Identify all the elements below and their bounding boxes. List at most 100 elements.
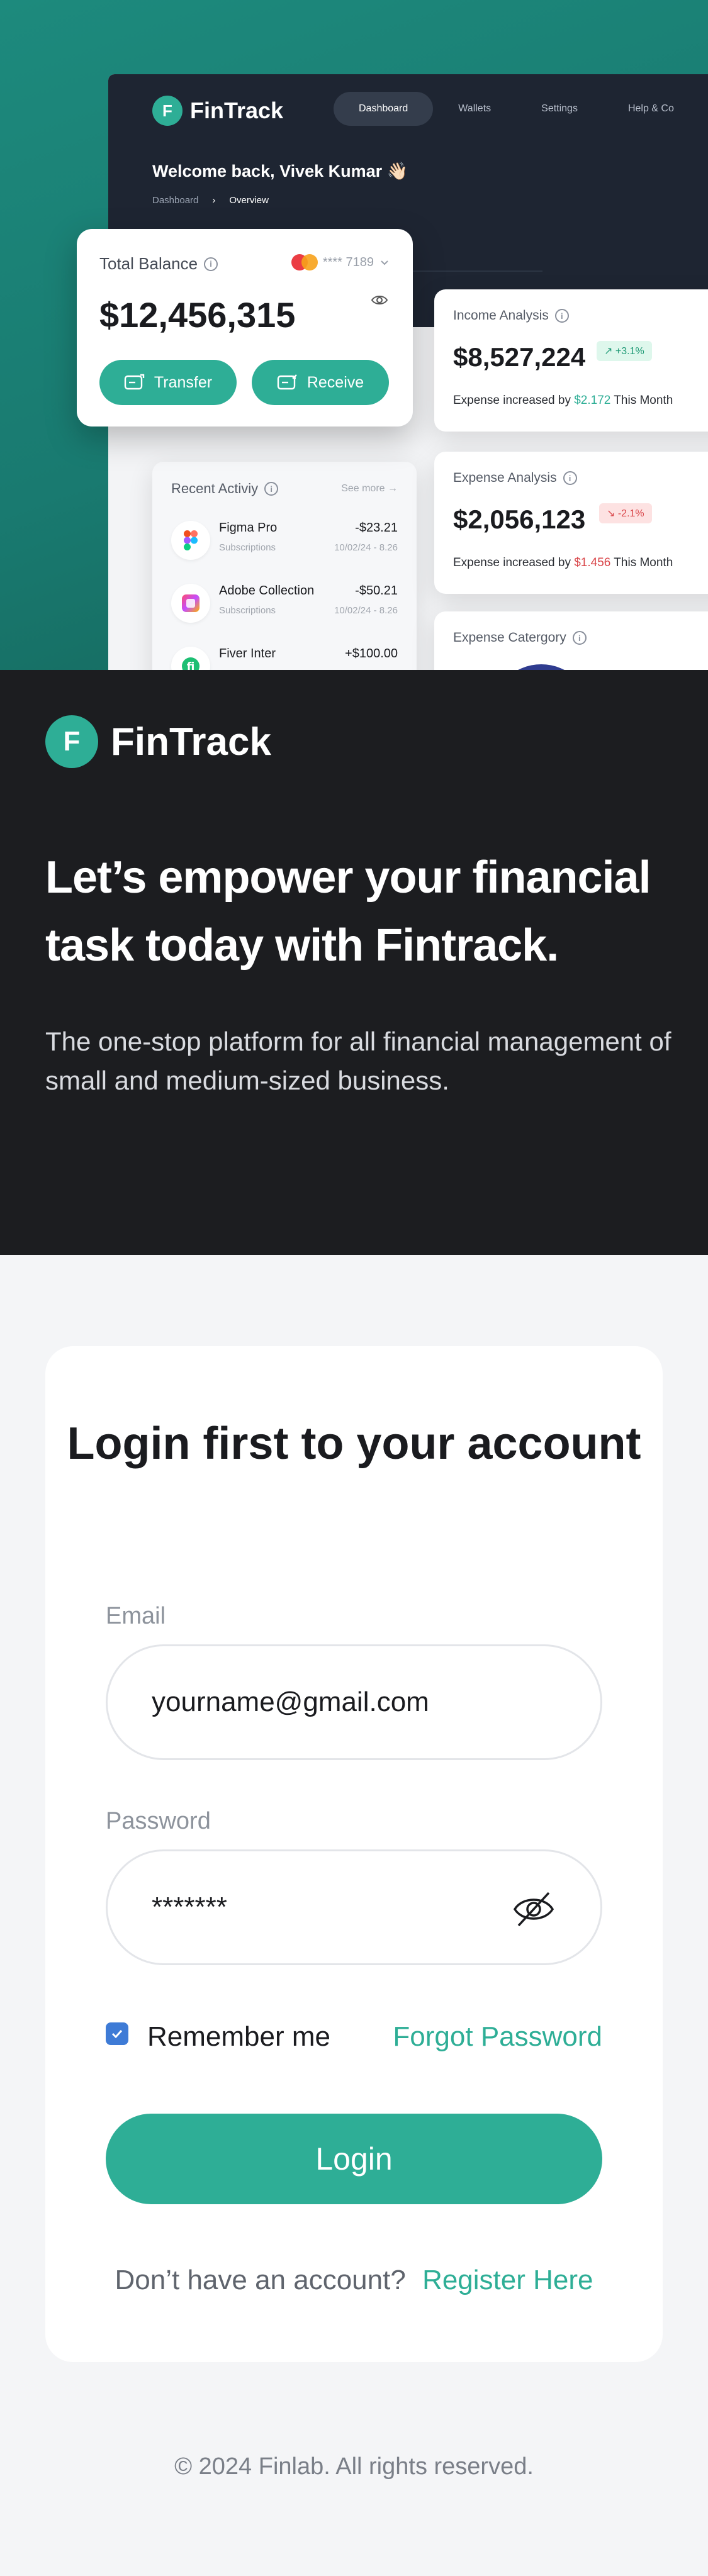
list-item[interactable]: Figma Pro Subscriptions -$23.21 10/02/24…	[171, 516, 398, 566]
transaction-amount: +$100.00	[345, 647, 398, 661]
intro-description: The one-stop platform for all financial …	[45, 1027, 671, 1095]
nav-item-dashboard[interactable]: Dashboard	[334, 92, 434, 126]
breadcrumb-dashboard[interactable]: Dashboard	[152, 195, 198, 206]
total-balance-label: Total Balance	[99, 254, 198, 273]
header-divider	[404, 270, 542, 272]
income-analysis-title: Income Analysis i	[453, 308, 569, 323]
expense-note-suffix: This Month	[614, 556, 673, 569]
list-item[interactable]: Adobe Collection Subscriptions -$50.21 1…	[171, 579, 398, 629]
expense-analysis-label: Expense Analysis	[453, 471, 557, 485]
nav-item-wallets[interactable]: Wallets	[433, 92, 516, 126]
logo-text: FinTrack	[190, 98, 284, 123]
register-link[interactable]: Register Here	[422, 2265, 593, 2295]
login-options: Remember me Forgot Password	[106, 2016, 602, 2054]
eye-off-icon[interactable]	[511, 1887, 556, 1932]
footer-copyright: © 2024 Finlab. All rights reserved.	[174, 2453, 534, 2480]
list-item[interactable]: fi Fiver Inter +$100.00	[171, 642, 398, 670]
fiverr-icon: fi	[171, 647, 210, 670]
expense-amount: $2,056,123	[453, 505, 586, 534]
transaction-amount: -$50.21	[355, 584, 398, 598]
email-field[interactable]	[106, 1644, 602, 1760]
receive-icon	[277, 374, 297, 390]
recent-activity-label: Recent Activiy	[171, 481, 259, 496]
register-prompt-text: Don’t have an account?	[115, 2265, 406, 2295]
expense-note-value: $1.456	[574, 556, 611, 569]
intro-headline: Let’s empower your financial task today …	[45, 852, 651, 971]
total-balance-amount: $12,456,315	[99, 295, 296, 335]
check-icon	[111, 2029, 123, 2039]
nav-item-settings[interactable]: Settings	[516, 92, 603, 126]
expense-change-badge: ↘ -2.1%	[599, 503, 652, 523]
figma-icon	[171, 521, 210, 560]
total-balance-title: Total Balance i	[99, 254, 218, 274]
account-selector[interactable]: **** 7189	[291, 254, 390, 270]
logo-mark: F	[152, 96, 183, 126]
transaction-date: 10/02/24 - 8.26	[334, 542, 398, 553]
expense-note-prefix: Expense increased by	[453, 556, 571, 569]
transaction-name: Figma Pro	[219, 521, 278, 535]
income-note-prefix: Expense increased by	[453, 394, 571, 407]
logo-mark: F	[45, 715, 98, 768]
eye-icon[interactable]	[371, 294, 388, 306]
register-prompt: Don’t have an account? Register Here	[45, 2265, 663, 2296]
nav-item-help[interactable]: Help & Co	[603, 92, 699, 126]
login-title: Login first to your account	[67, 1419, 641, 1469]
remember-checkbox[interactable]	[106, 2022, 128, 2045]
expense-note: Expense increased by $1.456 This Month	[453, 556, 673, 570]
expense-category-title: Expense Catergory i	[453, 630, 587, 645]
remember-label[interactable]: Remember me	[147, 2021, 330, 2053]
expense-category-card: Expense Catergory i	[434, 611, 708, 670]
transaction-name: Adobe Collection	[219, 584, 315, 598]
dashboard-logo[interactable]: F FinTrack	[152, 96, 283, 126]
logo-text: FinTrack	[111, 720, 271, 764]
total-balance-card: Total Balance i **** 7189 $12,456,315 Tr…	[77, 229, 413, 427]
transaction-category: Subscriptions	[219, 605, 276, 616]
transaction-amount: -$23.21	[355, 521, 398, 535]
password-label: Password	[106, 1808, 211, 1834]
income-note-suffix: This Month	[614, 394, 673, 407]
info-icon: i	[563, 471, 577, 485]
transaction-name: Fiver Inter	[219, 647, 276, 661]
info-icon: i	[264, 482, 279, 496]
transfer-icon	[124, 374, 145, 390]
intro-section: F FinTrack Let’s empower your financial …	[0, 670, 708, 1255]
expense-analysis-card: Expense Analysis i $2,056,123 ↘ -2.1% Ex…	[434, 452, 708, 594]
income-amount: $8,527,224	[453, 342, 586, 372]
svg-text:fi: fi	[187, 661, 195, 670]
password-field[interactable]	[106, 1849, 602, 1965]
info-icon: i	[572, 631, 587, 645]
balance-actions: Transfer Receive	[99, 360, 389, 405]
income-note-value: $2.172	[574, 394, 611, 407]
info-icon: i	[554, 309, 569, 323]
breadcrumb-overview: Overview	[229, 195, 269, 206]
expense-category-chart	[491, 664, 592, 670]
mastercard-icon	[291, 254, 318, 270]
email-input[interactable]	[152, 1646, 504, 1758]
recent-activity-title: Recent Activiy i	[171, 481, 279, 497]
breadcrumb: Dashboard › Overview	[152, 195, 269, 206]
expense-category-label: Expense Catergory	[453, 630, 566, 645]
email-label: Email	[106, 1603, 166, 1629]
transaction-category: Subscriptions	[219, 542, 276, 553]
income-analysis-label: Income Analysis	[453, 308, 549, 323]
dashboard-nav: Dashboard Wallets Settings Help & Co	[334, 92, 699, 126]
transfer-label: Transfer	[154, 373, 213, 391]
welcome-message: Welcome back, Vivek Kumar 👋🏻	[152, 162, 408, 181]
info-icon: i	[204, 257, 218, 271]
intro-logo[interactable]: F FinTrack	[45, 715, 271, 768]
password-input[interactable]	[152, 1851, 504, 1963]
account-number: **** 7189	[322, 255, 374, 269]
transfer-button[interactable]: Transfer	[99, 360, 237, 405]
adobe-icon	[171, 584, 210, 623]
chevron-down-icon	[381, 260, 388, 265]
income-note: Expense increased by $2.172 This Month	[453, 394, 673, 408]
receive-button[interactable]: Receive	[252, 360, 389, 405]
receive-label: Receive	[306, 373, 364, 391]
login-button[interactable]: Login	[106, 2114, 602, 2204]
see-more-link[interactable]: See more →	[341, 483, 398, 494]
income-analysis-card: Income Analysis i $8,527,224 ↗ +3.1% Exp…	[434, 289, 708, 432]
forgot-password-link[interactable]: Forgot Password	[393, 2021, 602, 2053]
login-card: Login first to your account Email Passwo…	[45, 1346, 663, 2362]
hero-dashboard-preview: F FinTrack Dashboard Wallets Settings He…	[0, 0, 708, 670]
income-change-badge: ↗ +3.1%	[597, 341, 652, 361]
